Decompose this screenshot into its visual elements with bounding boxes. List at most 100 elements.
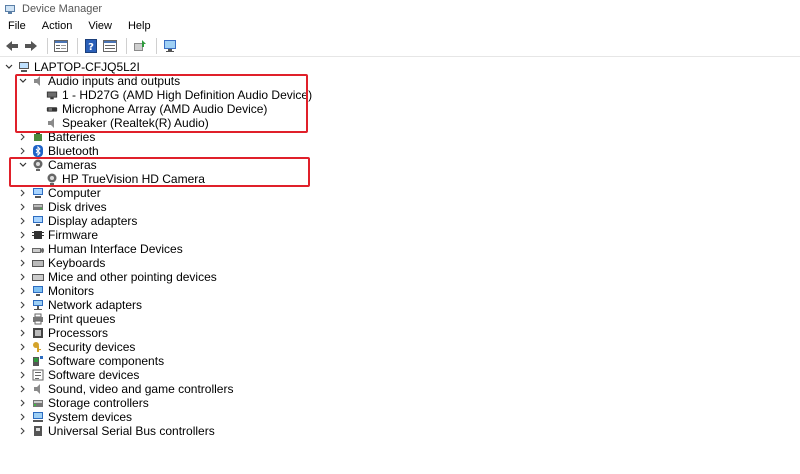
update-driver-icon[interactable] [132,38,148,54]
tree-item-audio-inputs-and-outputs[interactable]: Audio inputs and outputs [18,74,180,88]
tree-item-software-components[interactable]: Software components [18,354,164,368]
speaker-icon [32,383,44,395]
tree-item-computer[interactable]: Computer [18,186,101,200]
chevron-right-icon[interactable] [18,298,28,312]
tree-root-label: LAPTOP-CFJQ5L2I [34,60,140,74]
chevron-right-icon[interactable] [18,256,28,270]
chevron-right-icon[interactable] [18,242,28,256]
device-speaker[interactable]: Speaker (Realtek(R) Audio) [46,116,209,130]
printer-icon [32,313,44,325]
storage-controller-icon [32,397,44,409]
tree-item-label: Sound, video and game controllers [48,382,234,396]
chevron-down-icon[interactable] [18,74,28,88]
chevron-right-icon[interactable] [18,340,28,354]
microphone-icon [46,103,58,115]
toolbar: ? [0,35,800,57]
tree-item-label: Disk drives [48,200,107,214]
scan-icon[interactable] [102,38,118,54]
tree-item-processors[interactable]: Processors [18,326,108,340]
chevron-right-icon[interactable] [18,312,28,326]
tree-item-system-devices[interactable]: System devices [18,410,132,424]
camera-icon [32,159,44,171]
tree-item-mice-and-other-pointing-devices[interactable]: Mice and other pointing devices [18,270,217,284]
back-icon[interactable] [4,38,20,54]
tree-item-storage-controllers[interactable]: Storage controllers [18,396,149,410]
chevron-right-icon[interactable] [18,368,28,382]
tree-item-label: Security devices [48,340,136,354]
properties-icon[interactable] [53,38,69,54]
chevron-down-icon[interactable] [18,158,28,172]
software-component-icon [32,355,44,367]
device-microphone-array[interactable]: Microphone Array (AMD Audio Device) [46,102,267,116]
device-hd27g[interactable]: 1 - HD27G (AMD High Definition Audio Dev… [46,88,312,102]
firmware-icon [32,229,44,241]
help-icon[interactable]: ? [83,38,99,54]
chevron-right-icon[interactable] [18,130,28,144]
computer-icon [32,187,44,199]
chevron-right-icon[interactable] [18,186,28,200]
tree-item-software-devices[interactable]: Software devices [18,368,139,382]
chevron-right-icon[interactable] [18,270,28,284]
monitor-icon[interactable] [162,38,178,54]
tree-item-label: Universal Serial Bus controllers [48,424,215,438]
camera-icon [46,173,58,185]
tree-item-bluetooth[interactable]: Bluetooth [18,144,99,158]
tree-item-label: Network adapters [48,298,143,312]
processor-icon [32,327,44,339]
chevron-down-icon[interactable] [4,60,14,74]
chevron-right-icon[interactable] [18,396,28,410]
tree-item-sound-video-and-game-controllers[interactable]: Sound, video and game controllers [18,382,233,396]
menu-help[interactable]: Help [124,20,155,32]
tree-item-network-adapters[interactable]: Network adapters [18,298,142,312]
tree-item-label: Processors [48,326,109,340]
tree-item-cameras[interactable]: Cameras [18,158,97,172]
speaker-icon [46,117,58,129]
chevron-right-icon[interactable] [18,424,28,438]
toolbar-separator [47,37,48,54]
menu-view[interactable]: View [84,20,116,32]
tree-item-keyboards[interactable]: Keyboards [18,256,105,270]
chevron-right-icon[interactable] [18,144,28,158]
chevron-right-icon[interactable] [18,214,28,228]
tree-item-batteries[interactable]: Batteries [18,130,95,144]
menu-action[interactable]: Action [38,20,77,32]
tree-item-monitors[interactable]: Monitors [18,284,94,298]
forward-icon[interactable] [23,38,39,54]
chevron-right-icon[interactable] [18,284,28,298]
tree-item-display-adapters[interactable]: Display adapters [18,214,137,228]
menu-file[interactable]: File [4,20,30,32]
chevron-right-icon[interactable] [18,228,28,242]
device-hp-truevision-hd-camera[interactable]: HP TrueVision HD Camera [46,172,205,186]
chevron-right-icon[interactable] [18,200,28,214]
tree-item-label: Software devices [48,368,140,382]
menu-bar: File Action View Help [0,18,800,34]
chevron-right-icon[interactable] [18,382,28,396]
tree-item-disk-drives[interactable]: Disk drives [18,200,107,214]
tree-item-label: Software components [48,354,165,368]
tree-item-human-interface-devices[interactable]: Human Interface Devices [18,242,183,256]
chevron-right-icon[interactable] [18,410,28,424]
tree-item-label: Storage controllers [48,396,149,410]
tree-item-print-queues[interactable]: Print queues [18,312,115,326]
tree-item-firmware[interactable]: Firmware [18,228,98,242]
tree-item-label: Computer [48,186,101,200]
tree-item-label: System devices [48,410,133,424]
bluetooth-icon [32,145,44,157]
disk-drive-icon [32,201,44,213]
tree-root[interactable]: LAPTOP-CFJQ5L2I [4,60,140,74]
display-adapter-icon [32,215,44,227]
network-adapter-icon [32,299,44,311]
tree-item-label: Audio inputs and outputs [48,74,181,88]
chevron-right-icon[interactable] [18,354,28,368]
tree-item-label: Mice and other pointing devices [48,270,217,284]
tree-item-security-devices[interactable]: Security devices [18,340,135,354]
software-device-icon [32,369,44,381]
usb-icon [32,425,44,437]
chevron-right-icon[interactable] [18,326,28,340]
tree-item-label: Monitors [48,284,95,298]
monitor-icon [46,89,58,101]
tree-item-label: Display adapters [48,214,138,228]
window-title: Device Manager [22,3,103,15]
tree-item-universal-serial-bus-controllers[interactable]: Universal Serial Bus controllers [18,424,215,438]
svg-text:?: ? [88,42,94,53]
